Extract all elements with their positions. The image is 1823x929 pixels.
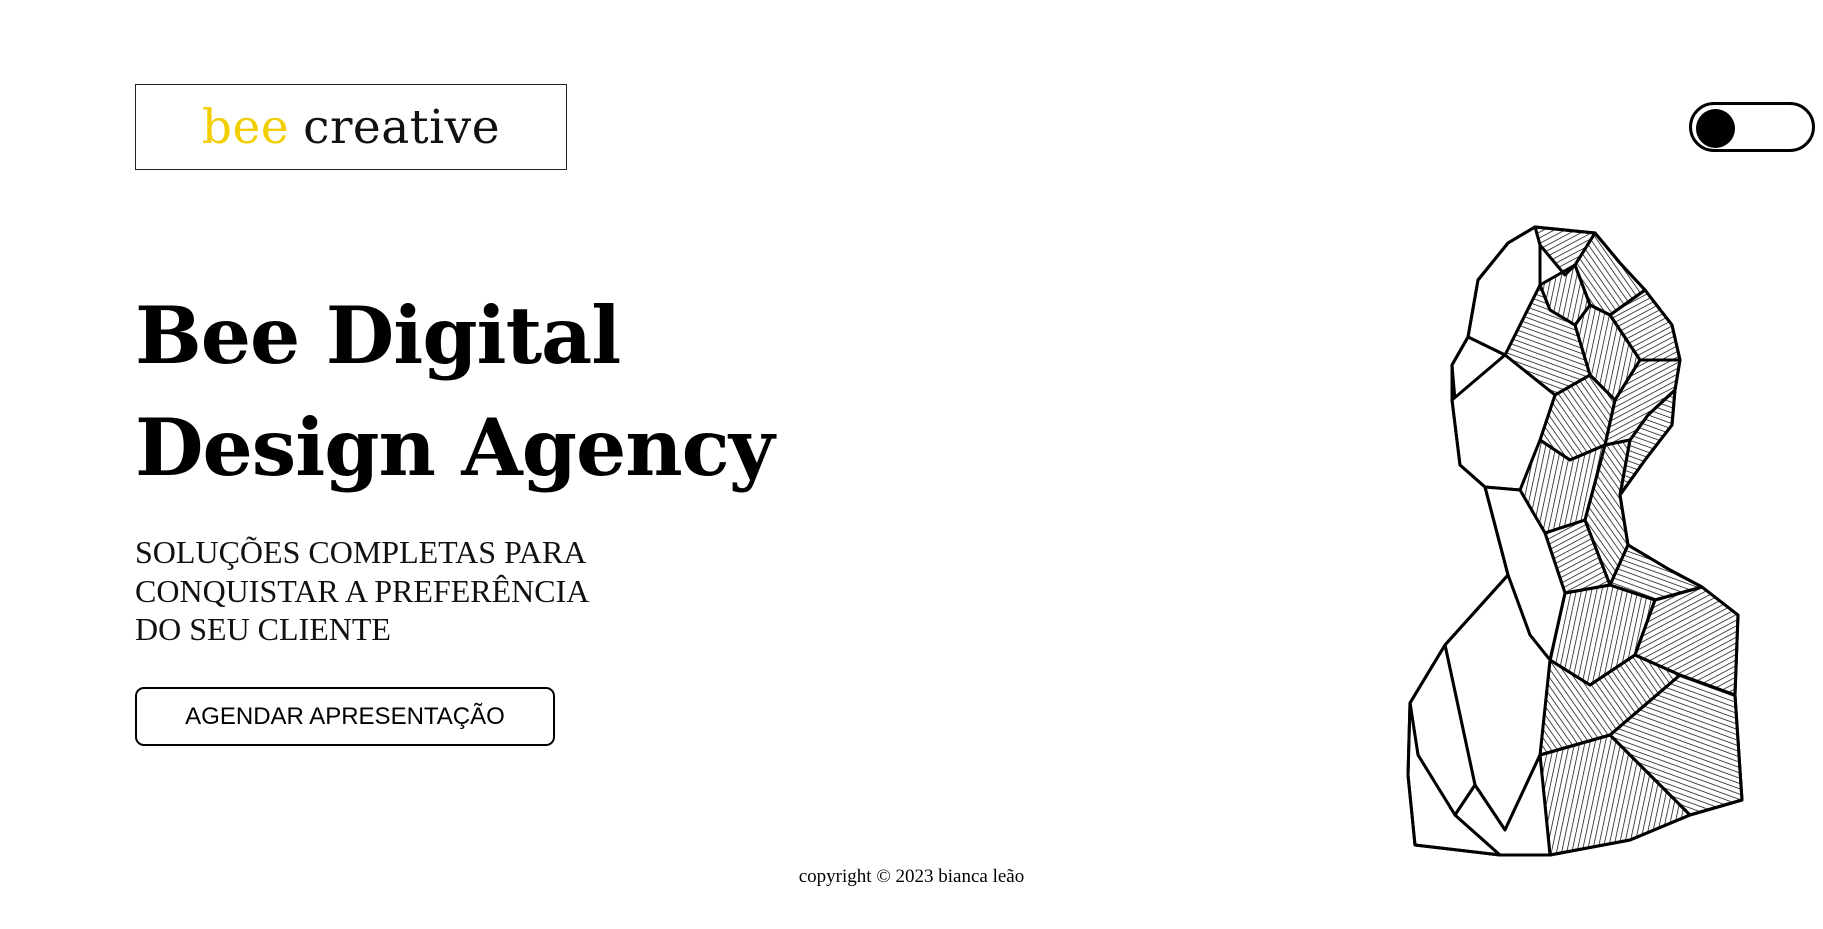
hero-subtitle-line-1: SOLUÇÕES COMPLETAS PARA [135, 534, 587, 570]
hero-title: Bee Digital Design Agency [135, 280, 775, 504]
theme-toggle-switch[interactable] [1689, 102, 1815, 152]
hero-subtitle-line-3: DO SEU CLIENTE [135, 611, 391, 647]
schedule-presentation-button[interactable]: AGENDAR APRESENTAÇÃO [135, 687, 555, 746]
hero-subtitle-line-2: CONQUISTAR A PREFERÊNCIA [135, 572, 590, 609]
logo-word-creative: creative [303, 99, 501, 155]
brand-logo[interactable]: bee creative [135, 84, 567, 170]
toggle-knob [1696, 109, 1735, 148]
logo-word-bee: bee [201, 99, 290, 155]
hero-title-line-2: Design Agency [135, 401, 775, 494]
geometric-head-illustration [1406, 225, 1744, 857]
hero-subtitle: SOLUÇÕES COMPLETAS PARA CONQUISTAR A PRE… [135, 533, 605, 649]
hero-title-line-1: Bee Digital [135, 289, 621, 382]
copyright-footer: copyright © 2023 bianca leão [798, 866, 1025, 887]
